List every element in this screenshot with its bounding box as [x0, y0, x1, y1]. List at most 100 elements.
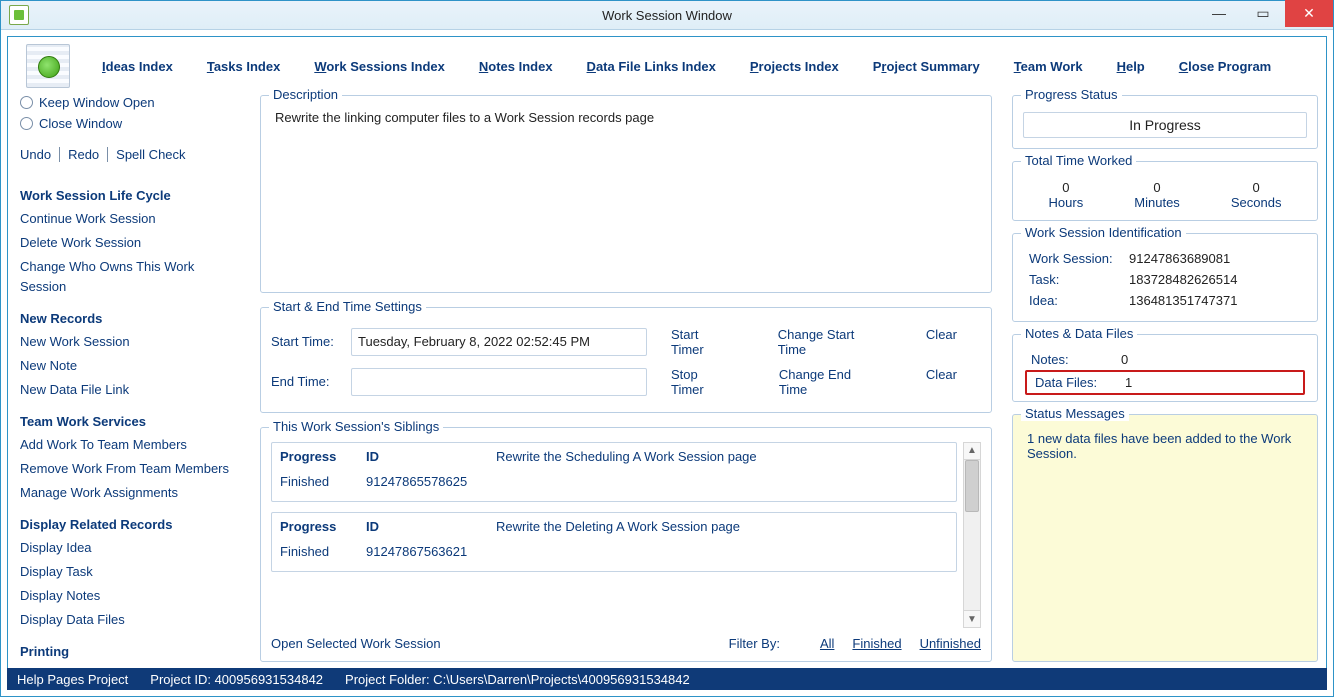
status-message-text: 1 new data files have been added to the …: [1023, 429, 1307, 463]
menu-help[interactable]: Help: [1117, 59, 1145, 74]
col-header-id: ID: [366, 519, 496, 540]
siblings-group: This Work Session's Siblings Progress ID…: [260, 427, 992, 662]
change-end-time-button[interactable]: Change End Time: [779, 367, 878, 397]
link-new-work-session[interactable]: New Work Session: [20, 332, 244, 352]
end-time-field[interactable]: [351, 368, 647, 396]
status-messages-legend: Status Messages: [1021, 406, 1129, 421]
menu-data-file-links-index[interactable]: Data File Links Index: [587, 59, 716, 74]
sibling-row[interactable]: Progress ID Rewrite the Scheduling A Wor…: [271, 442, 957, 502]
window-title: Work Session Window: [1, 8, 1333, 23]
radio-icon: [20, 96, 33, 109]
heading-team-work: Team Work Services: [20, 414, 244, 429]
scroll-thumb[interactable]: [965, 460, 979, 512]
menu-notes-index[interactable]: Notes Index: [479, 59, 553, 74]
change-start-time-button[interactable]: Change Start Time: [778, 327, 878, 357]
right-panel: Progress Status In Progress Total Time W…: [1006, 95, 1326, 668]
ttw-seconds: 0: [1231, 180, 1282, 195]
id-ws-val: 91247863689081: [1129, 251, 1301, 266]
start-time-label: Start Time:: [271, 334, 351, 349]
link-delete-work-session[interactable]: Delete Work Session: [20, 233, 244, 253]
menu-project-summary[interactable]: Project Summary: [873, 59, 980, 74]
sibling-id: 91247867563621: [366, 544, 496, 565]
data-files-label: Data Files:: [1035, 375, 1115, 390]
sibling-row[interactable]: Progress ID Rewrite the Deleting A Work …: [271, 512, 957, 572]
id-idea-val: 136481351747371: [1129, 293, 1301, 308]
link-continue-work-session[interactable]: Continue Work Session: [20, 209, 244, 229]
description-text[interactable]: Rewrite the linking computer files to a …: [271, 106, 981, 129]
clear-end-button[interactable]: Clear: [926, 367, 957, 397]
start-timer-button[interactable]: Start Timer: [671, 327, 730, 357]
radio-keep-window-open[interactable]: Keep Window Open: [20, 95, 244, 110]
menu-close-program[interactable]: Close Program: [1179, 59, 1271, 74]
link-remove-team[interactable]: Remove Work From Team Members: [20, 459, 244, 479]
time-settings-legend: Start & End Time Settings: [269, 299, 426, 314]
sibling-desc: Rewrite the Deleting A Work Session page: [496, 519, 948, 540]
close-button[interactable]: ✕: [1285, 0, 1333, 27]
ttw-minutes-label: Minutes: [1134, 195, 1180, 210]
link-manage-assignments[interactable]: Manage Work Assignments: [20, 483, 244, 503]
radio-close-window[interactable]: Close Window: [20, 116, 244, 131]
spell-check-button[interactable]: Spell Check: [116, 147, 193, 162]
clear-start-button[interactable]: Clear: [926, 327, 957, 357]
identification-group: Work Session Identification Work Session…: [1012, 233, 1318, 322]
id-idea-label: Idea:: [1029, 293, 1129, 308]
col-header-progress: Progress: [280, 449, 366, 470]
end-time-label: End Time:: [271, 374, 351, 389]
siblings-legend: This Work Session's Siblings: [269, 419, 443, 434]
siblings-list: Progress ID Rewrite the Scheduling A Wor…: [271, 442, 957, 628]
link-display-notes[interactable]: Display Notes: [20, 586, 244, 606]
open-selected-button[interactable]: Open Selected Work Session: [271, 636, 441, 651]
main-toolbar: Ideas Index Tasks Index Work Sessions In…: [8, 37, 1326, 95]
description-group: Description Rewrite the linking computer…: [260, 95, 992, 293]
statusbar-project-folder: Project Folder: C:\Users\Darren\Projects…: [345, 672, 690, 687]
id-task-val: 183728482626514: [1129, 272, 1301, 287]
statusbar-project-id: Project ID: 400956931534842: [150, 672, 323, 687]
id-ws-label: Work Session:: [1029, 251, 1129, 266]
menu-projects-index[interactable]: Projects Index: [750, 59, 839, 74]
filter-finished[interactable]: Finished: [852, 636, 901, 651]
minimize-button[interactable]: —: [1197, 3, 1241, 23]
siblings-scrollbar[interactable]: ▲ ▼: [963, 442, 981, 628]
app-icon: [9, 5, 29, 25]
filter-unfinished[interactable]: Unfinished: [920, 636, 981, 651]
scroll-up-icon[interactable]: ▲: [964, 443, 980, 460]
scroll-down-icon[interactable]: ▼: [964, 610, 980, 627]
heading-life-cycle: Work Session Life Cycle: [20, 188, 244, 203]
menu-tasks-index[interactable]: Tasks Index: [207, 59, 280, 74]
edit-bar: Undo Redo Spell Check: [20, 147, 244, 162]
link-add-team[interactable]: Add Work To Team Members: [20, 435, 244, 455]
sibling-progress: Finished: [280, 544, 366, 565]
link-display-idea[interactable]: Display Idea: [20, 538, 244, 558]
menu-work-sessions-index[interactable]: Work Sessions Index: [314, 59, 445, 74]
link-new-data-file-link[interactable]: New Data File Link: [20, 380, 244, 400]
title-bar: Work Session Window — ▭ ✕: [1, 1, 1333, 30]
total-time-worked-group: Total Time Worked 0Hours 0Minutes 0Secon…: [1012, 161, 1318, 221]
link-change-owner[interactable]: Change Who Owns This Work Session: [20, 257, 244, 297]
redo-button[interactable]: Redo: [68, 147, 108, 162]
sibling-id: 91247865578625: [366, 474, 496, 495]
menu-ideas-index[interactable]: Ideas Index: [102, 59, 173, 74]
radio-label-keep-open: Keep Window Open: [39, 95, 155, 110]
progress-status-value: In Progress: [1023, 112, 1307, 138]
data-files-count: 1: [1115, 375, 1295, 390]
status-bar: Help Pages Project Project ID: 400956931…: [7, 668, 1327, 690]
col-header-id: ID: [366, 449, 496, 470]
time-settings-group: Start & End Time Settings Start Time: Tu…: [260, 307, 992, 413]
link-display-task[interactable]: Display Task: [20, 562, 244, 582]
statusbar-help[interactable]: Help Pages Project: [17, 672, 128, 687]
filter-all[interactable]: All: [820, 636, 834, 651]
start-time-field[interactable]: Tuesday, February 8, 2022 02:52:45 PM: [351, 328, 647, 356]
filter-by-label: Filter By:: [729, 636, 780, 651]
left-sidebar: Keep Window Open Close Window Undo Redo …: [8, 95, 256, 668]
undo-button[interactable]: Undo: [20, 147, 60, 162]
link-new-note[interactable]: New Note: [20, 356, 244, 376]
ttw-minutes: 0: [1134, 180, 1180, 195]
menu-team-work[interactable]: Team Work: [1014, 59, 1083, 74]
stop-timer-button[interactable]: Stop Timer: [671, 367, 731, 397]
maximize-button[interactable]: ▭: [1241, 3, 1285, 23]
link-display-data-files[interactable]: Display Data Files: [20, 610, 244, 630]
description-legend: Description: [269, 87, 342, 102]
ttw-hours-label: Hours: [1049, 195, 1084, 210]
status-messages-group: Status Messages 1 new data files have be…: [1012, 414, 1318, 662]
notes-data-files-group: Notes & Data Files Notes:0 Data Files:1: [1012, 334, 1318, 402]
